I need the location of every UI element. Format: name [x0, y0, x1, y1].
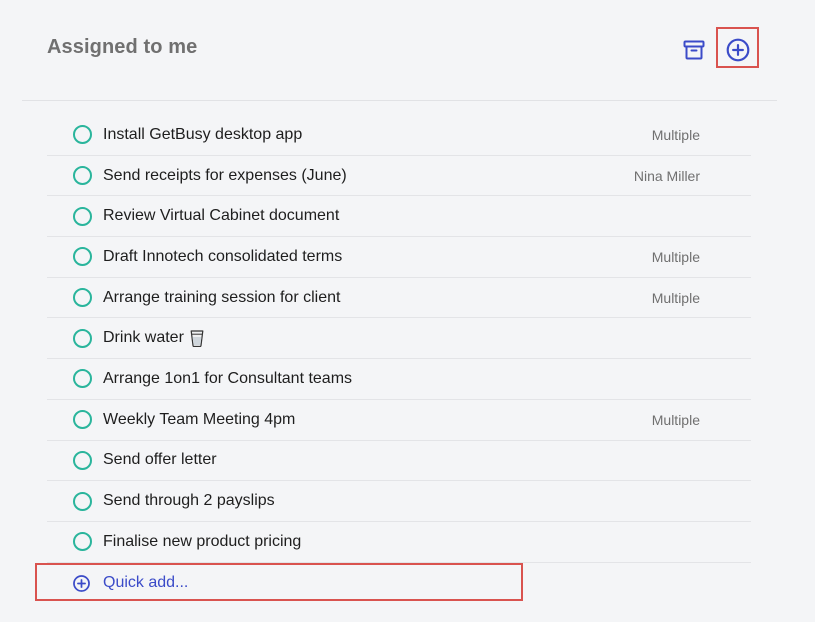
task-complete-checkbox[interactable]: [73, 125, 92, 145]
task-complete-checkbox[interactable]: [73, 247, 92, 267]
quick-add-button[interactable]: Quick add...: [47, 563, 751, 603]
task-title: Send offer letter: [103, 451, 217, 469]
quick-add-label: Quick add...: [103, 574, 189, 591]
task-row[interactable]: Weekly Team Meeting 4pm Multiple: [47, 400, 751, 441]
header-divider: [22, 100, 777, 101]
task-title: Review Virtual Cabinet document: [103, 207, 340, 225]
task-title: Install GetBusy desktop app: [103, 125, 303, 143]
task-row[interactable]: Send receipts for expenses (June) Nina M…: [47, 156, 751, 197]
task-complete-checkbox[interactable]: [73, 206, 92, 226]
task-assignee: Nina Miller: [633, 167, 700, 184]
task-row[interactable]: Finalise new product pricing: [47, 522, 751, 563]
task-complete-checkbox[interactable]: [73, 166, 92, 186]
add-circle-icon: [72, 574, 91, 593]
task-complete-checkbox[interactable]: [73, 450, 92, 470]
task-row[interactable]: Send through 2 payslips: [47, 481, 751, 522]
task-row[interactable]: Install GetBusy desktop app Multiple: [47, 115, 751, 156]
task-row[interactable]: Arrange 1on1 for Consultant teams: [47, 359, 751, 400]
task-title: Arrange training session for client: [103, 288, 341, 306]
task-title: Arrange 1on1 for Consultant teams: [103, 369, 353, 387]
task-complete-checkbox[interactable]: [73, 288, 92, 308]
task-row[interactable]: Drink water: [47, 318, 751, 360]
task-row[interactable]: Review Virtual Cabinet document: [47, 196, 751, 238]
task-complete-checkbox[interactable]: [73, 491, 92, 511]
task-row[interactable]: Send offer letter: [47, 441, 751, 482]
task-title: Draft Innotech consolidated terms: [103, 247, 343, 265]
task-title: Send receipts for expenses (June): [103, 166, 347, 184]
task-title: Send through 2 payslips: [103, 492, 275, 510]
task-complete-checkbox[interactable]: [73, 410, 92, 430]
task-assignee: Multiple: [651, 126, 700, 143]
page-title: Assigned to me: [47, 36, 198, 58]
add-circle-icon: [726, 38, 750, 62]
task-row[interactable]: Arrange training session for client Mult…: [47, 278, 751, 319]
task-assignee: Multiple: [651, 411, 700, 428]
task-title: Drink water: [103, 329, 184, 347]
task-assignee: Multiple: [651, 248, 700, 265]
list-header: Assigned to me: [0, 0, 815, 100]
task-row[interactable]: Draft Innotech consolidated terms Multip…: [47, 237, 751, 278]
task-complete-checkbox[interactable]: [73, 369, 92, 389]
task-complete-checkbox[interactable]: [73, 532, 92, 552]
task-title: Finalise new product pricing: [103, 532, 302, 550]
task-list: Install GetBusy desktop app Multiple Sen…: [47, 115, 751, 563]
archive-button[interactable]: [680, 36, 708, 64]
cup-icon: [190, 329, 204, 348]
task-complete-checkbox[interactable]: [73, 328, 92, 348]
archive-icon: [683, 40, 705, 60]
task-assignee: Multiple: [651, 289, 700, 306]
task-title: Weekly Team Meeting 4pm: [103, 410, 296, 428]
add-task-button[interactable]: [724, 36, 752, 64]
task-title-wrap: Drink water: [103, 329, 204, 348]
